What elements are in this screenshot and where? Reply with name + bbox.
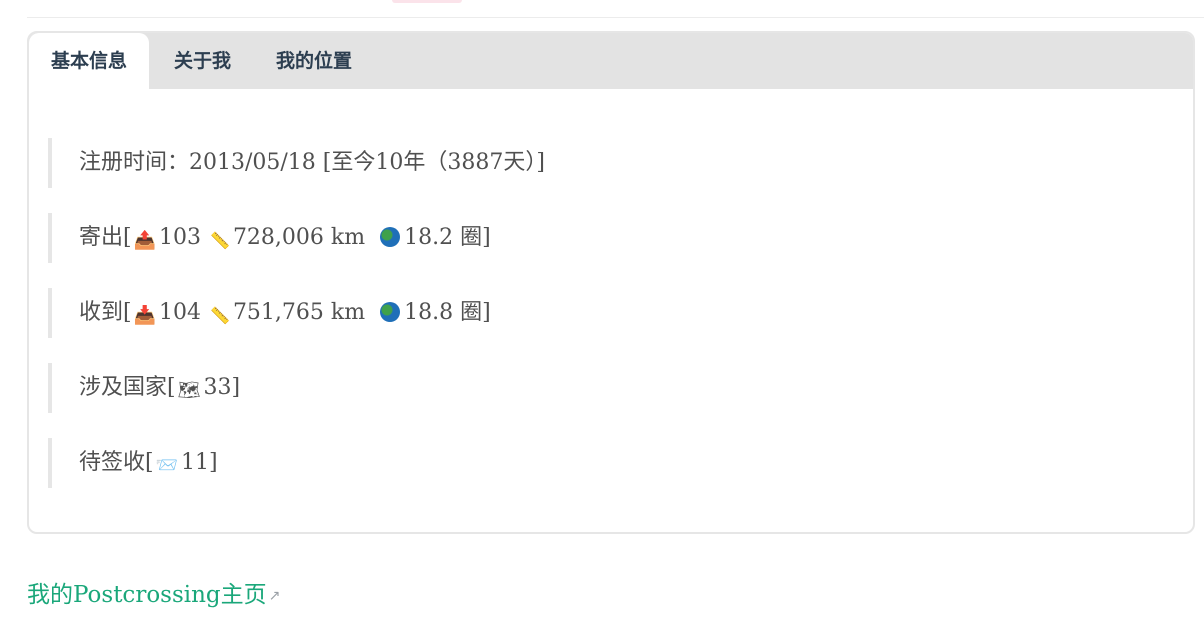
- tab-bar: 基本信息 关于我 我的位置: [29, 33, 1193, 89]
- postcrossing-homepage-link[interactable]: 我的Postcrossing主页 ↗: [27, 575, 280, 609]
- info-list: 注册时间：2013/05/18 [至今10年（3887天）] 寄出[📤 103 📏…: [48, 138, 545, 513]
- info-row-pending: 待签收[📨 11]: [48, 438, 545, 488]
- info-row-countries: 涉及国家[🗺 33]: [48, 363, 545, 413]
- inbox-tray-icon: 📥: [133, 305, 157, 326]
- outbox-tray-icon: 📤: [133, 230, 157, 251]
- registered-text: 注册时间：2013/05/18 [至今10年（3887天）]: [79, 150, 545, 175]
- incoming-envelope-icon: 📨: [155, 455, 179, 476]
- received-count: 104: [159, 300, 202, 325]
- sent-label: 寄出[: [79, 225, 132, 250]
- sent-distance: 728,006 km: [232, 225, 366, 250]
- ruler-icon: 📏: [210, 231, 230, 250]
- ruler-icon: 📏: [210, 306, 230, 325]
- info-row-received: 收到[📥 104 📏 751,765 km 18.8 圈]: [48, 288, 545, 338]
- sent-count: 103: [159, 225, 202, 250]
- profile-card: 基本信息 关于我 我的位置 注册时间：2013/05/18 [至今10年（388…: [27, 31, 1195, 534]
- tab-about-me[interactable]: 关于我: [174, 33, 231, 89]
- top-accent-mark: [392, 0, 462, 3]
- received-laps: 18.8 圈]: [404, 300, 491, 325]
- received-label: 收到[: [79, 300, 132, 325]
- postcrossing-link-text[interactable]: 我的Postcrossing主页: [27, 582, 267, 608]
- info-row-registered: 注册时间：2013/05/18 [至今10年（3887天）]: [48, 138, 545, 188]
- countries-count: 33]: [203, 375, 241, 400]
- pending-label: 待签收[: [79, 450, 154, 475]
- top-divider: [27, 17, 1204, 18]
- map-icon: 🗺: [177, 380, 201, 401]
- info-row-sent: 寄出[📤 103 📏 728,006 km 18.2 圈]: [48, 213, 545, 263]
- globe-icon: [380, 227, 401, 247]
- external-link-icon: ↗: [268, 588, 281, 604]
- sent-laps: 18.2 圈]: [404, 225, 491, 250]
- tab-my-location[interactable]: 我的位置: [276, 33, 352, 89]
- tab-basic-info[interactable]: 基本信息: [29, 33, 150, 89]
- globe-icon: [380, 302, 401, 322]
- received-distance: 751,765 km: [232, 300, 366, 325]
- pending-count: 11]: [181, 450, 218, 475]
- countries-label: 涉及国家[: [79, 375, 176, 400]
